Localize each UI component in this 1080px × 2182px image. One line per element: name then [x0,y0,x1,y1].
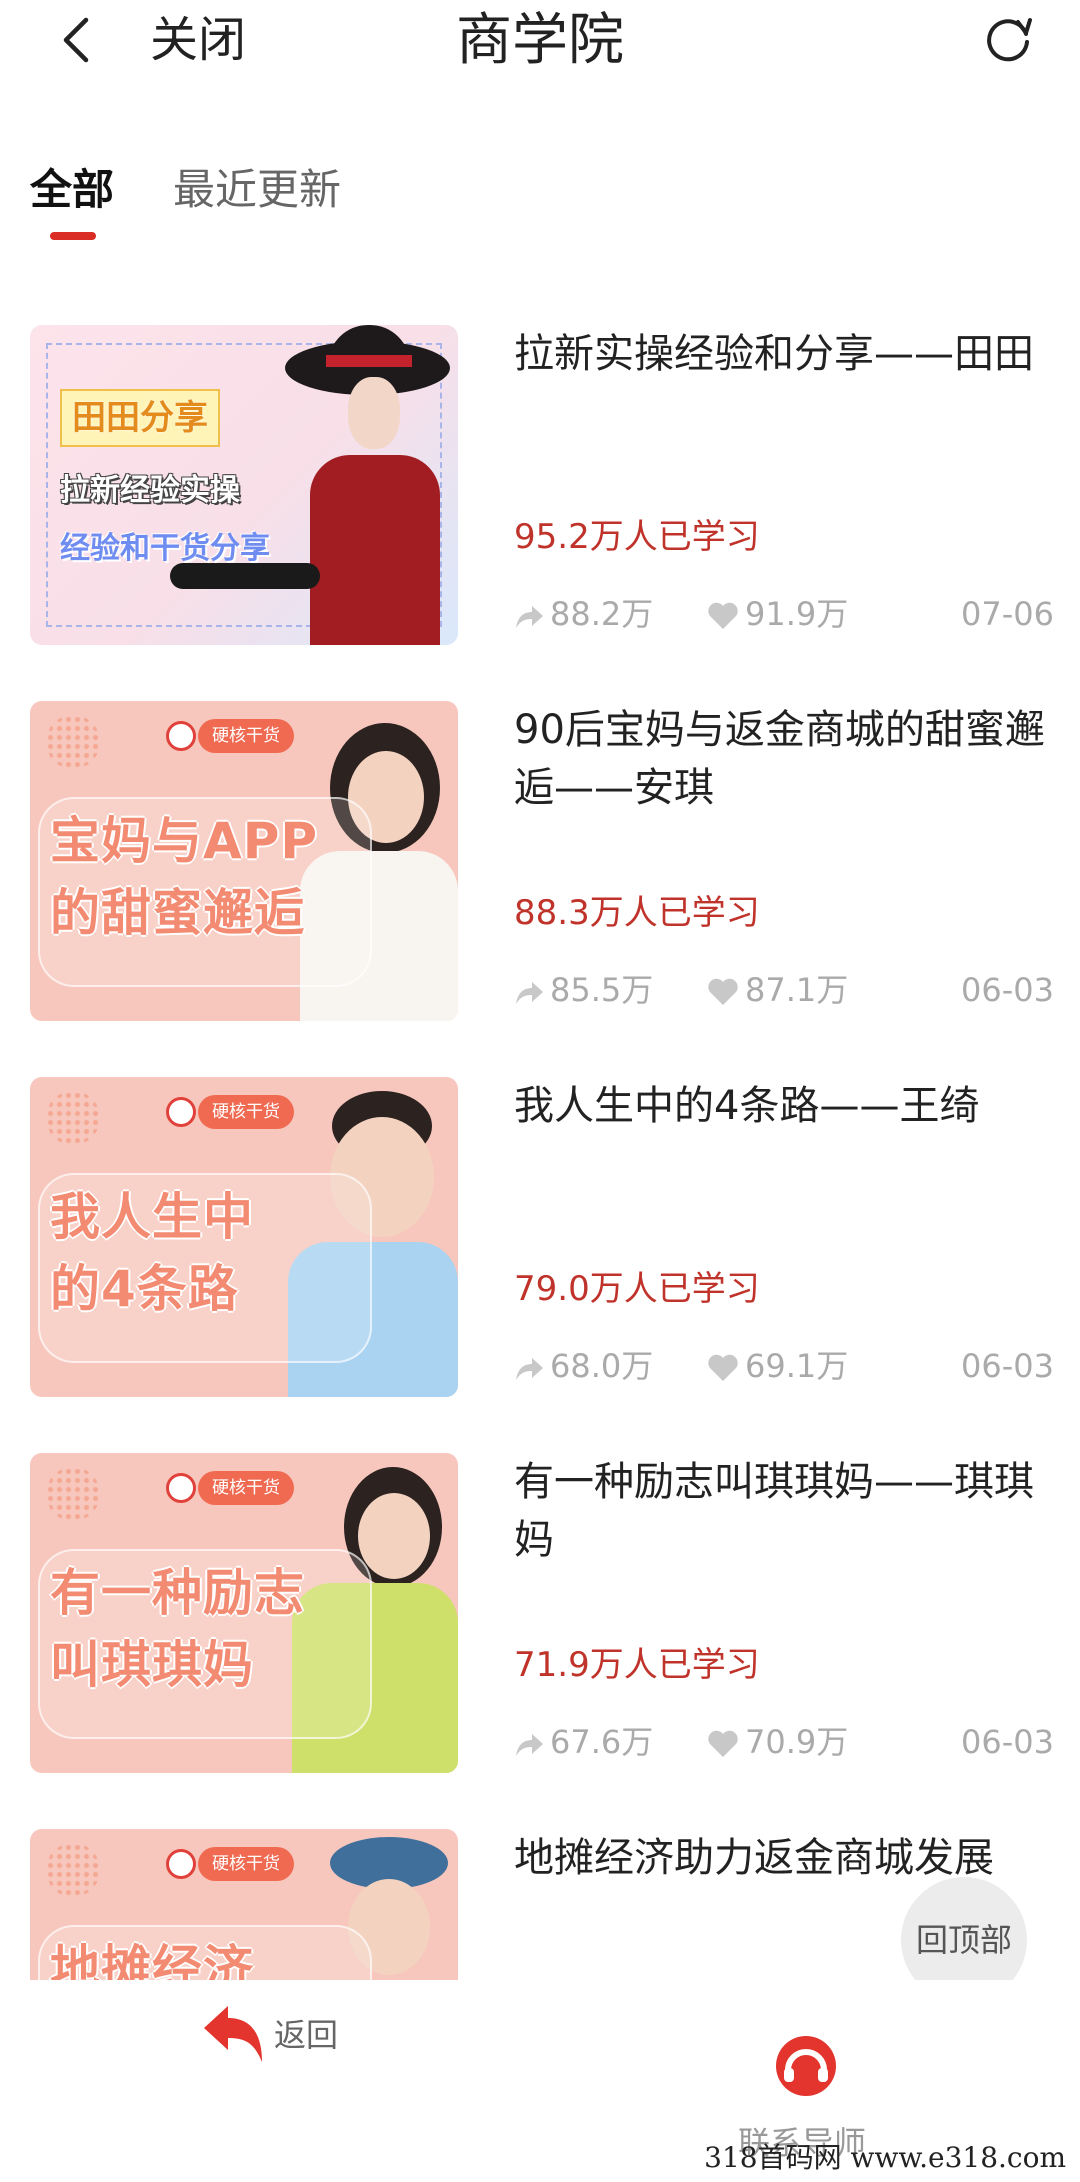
thumb-line: 地摊经济 [50,1940,254,1980]
course-info: 90后宝妈与返金商城的甜蜜邂逅——安琪 88.3万人已学习 85.5万 87.1… [514,701,1054,1021]
bottom-bar: 返回 联系导师 318首码网 www.e318.com [0,1980,1080,2182]
heart-icon [708,602,738,629]
like-count: 91.9万 [745,595,849,633]
share-icon [516,606,543,628]
course-title[interactable]: 拉新实操经验和分享——田田 [514,325,1050,383]
course-thumbnail[interactable]: 硬核干货 地摊经济 [30,1829,458,1980]
dot-pattern [46,1091,100,1145]
thumb-line: 经验和干货分享 [60,531,270,566]
hat-ribbon [326,355,412,367]
publish-date: 06-03 [961,1723,1054,1761]
course-item[interactable]: 硬核干货 我人生中 的4条路 我人生中的4条路——王绮 79.0万人已学习 68… [0,1077,1080,1422]
dot-pattern [46,1843,100,1897]
learner-count: 95.2万人已学习 [514,517,760,557]
course-title[interactable]: 有一种励志叫琪琪妈——琪琪妈 [514,1453,1050,1569]
active-tab-indicator [50,232,96,240]
like-stat[interactable]: 70.9万 [707,1719,848,1765]
return-button[interactable]: 返回 [200,2002,350,2082]
like-stat[interactable]: 91.9万 [707,591,848,637]
dot-pattern [46,1467,100,1521]
course-stats: 88.2万 91.9万 07-06 [514,591,1054,637]
heart-icon [708,1730,738,1757]
like-stat[interactable]: 69.1万 [707,1343,848,1389]
course-item[interactable]: 硬核干货 有一种励志 叫琪琪妈 有一种励志叫琪琪妈——琪琪妈 71.9万人已学习… [0,1453,1080,1798]
share-stat[interactable]: 68.0万 [514,1343,653,1389]
publish-date: 07-06 [961,595,1054,633]
badge-dot-icon [166,1473,196,1503]
badge-dot-icon [166,721,196,751]
thumb-line: 宝妈与APP [50,812,318,870]
dot-pattern [46,715,100,769]
person-face [358,1493,430,1579]
course-info: 我人生中的4条路——王绮 79.0万人已学习 68.0万 69.1万 06-03 [514,1077,1054,1397]
thumb-line: 叫琪琪妈 [50,1636,254,1694]
page-title: 商学院 [456,8,624,73]
thumb-line: 田田分享 [60,389,220,447]
return-label: 返回 [274,2016,339,2054]
heart-icon [708,978,738,1005]
publish-date: 06-03 [961,1347,1054,1385]
like-count: 87.1万 [745,971,849,1009]
return-arrow-icon [204,2006,262,2062]
share-count: 67.6万 [550,1723,654,1761]
thumb-badge: 硬核干货 [198,719,294,753]
course-info: 有一种励志叫琪琪妈——琪琪妈 71.9万人已学习 67.6万 70.9万 06-… [514,1453,1054,1773]
share-icon [516,1734,543,1756]
badge-dot-icon [166,1849,196,1879]
person-dress [310,455,440,645]
badge-dot-icon [166,1097,196,1127]
learner-count: 88.3万人已学习 [514,893,760,933]
heart-icon [708,1354,738,1381]
headset-icon [776,2036,836,2096]
course-stats: 85.5万 87.1万 06-03 [514,967,1054,1013]
course-item[interactable]: 田田分享 拉新经验实操 经验和干货分享 拉新实操经验和分享——田田 95.2万人… [0,325,1080,670]
thumb-badge: 硬核干货 [198,1095,294,1129]
hat-top-shape [328,325,410,381]
thumb-badge: 硬核干货 [198,1847,294,1881]
thumb-line: 有一种励志 [50,1564,305,1622]
share-icon [516,1358,543,1380]
course-thumbnail[interactable]: 硬核干货 有一种励志 叫琪琪妈 [30,1453,458,1773]
share-count: 68.0万 [550,1347,654,1385]
share-stat[interactable]: 88.2万 [514,591,653,637]
like-stat[interactable]: 87.1万 [707,967,848,1013]
thumb-line: 拉新经验实操 [60,473,240,508]
course-item[interactable]: 硬核干货 宝妈与APP 的甜蜜邂逅 90后宝妈与返金商城的甜蜜邂逅——安琪 88… [0,701,1080,1046]
course-title[interactable]: 90后宝妈与返金商城的甜蜜邂逅——安琪 [514,701,1050,817]
thumb-badge: 硬核干货 [198,1471,294,1505]
course-stats: 67.6万 70.9万 06-03 [514,1719,1054,1765]
course-info: 拉新实操经验和分享——田田 95.2万人已学习 88.2万 91.9万 07-0… [514,325,1054,645]
thumb-line: 的甜蜜邂逅 [50,884,305,942]
course-thumbnail[interactable]: 田田分享 拉新经验实操 经验和干货分享 [30,325,458,645]
share-stat[interactable]: 67.6万 [514,1719,653,1765]
learner-count: 79.0万人已学习 [514,1269,760,1309]
course-thumbnail[interactable]: 硬核干货 我人生中 的4条路 [30,1077,458,1397]
tab-recent[interactable]: 最近更新 [173,160,341,220]
course-title[interactable]: 我人生中的4条路——王绮 [514,1077,1050,1135]
top-nav-bar: 关闭 商学院 [0,0,1080,90]
like-count: 69.1万 [745,1347,849,1385]
share-stat[interactable]: 85.5万 [514,967,653,1013]
course-list[interactable]: 田田分享 拉新经验实操 经验和干货分享 拉新实操经验和分享——田田 95.2万人… [0,325,1080,1980]
like-count: 70.9万 [745,1723,849,1761]
person-face [348,377,400,449]
watermark-text: 318首码网 www.e318.com [704,2141,1066,2174]
tab-all[interactable]: 全部 [30,160,114,220]
refresh-icon[interactable] [982,12,1036,66]
publish-date: 06-03 [961,971,1054,1009]
thumb-line: 我人生中 [50,1188,254,1246]
thumb-line: 的4条路 [50,1260,239,1318]
learner-count: 71.9万人已学习 [514,1645,760,1685]
share-count: 85.5万 [550,971,654,1009]
share-count: 88.2万 [550,595,654,633]
share-icon [516,982,543,1004]
course-thumbnail[interactable]: 硬核干货 宝妈与APP 的甜蜜邂逅 [30,701,458,1021]
course-stats: 68.0万 69.1万 06-03 [514,1343,1054,1389]
